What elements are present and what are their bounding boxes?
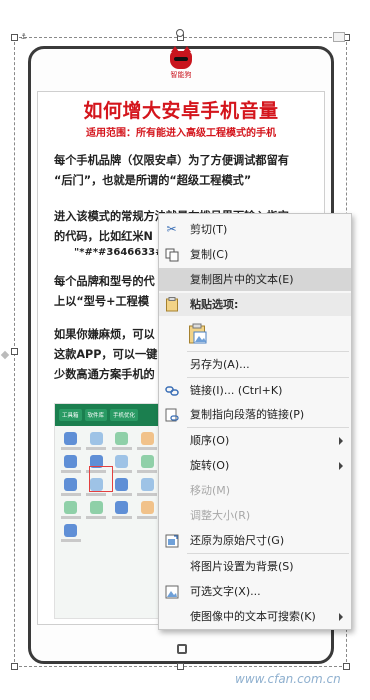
menu-item-rotate[interactable]: 旋转(O) <box>159 454 351 477</box>
resize-handle-bottom[interactable] <box>177 663 184 670</box>
resize-handle-bottom-left[interactable] <box>11 663 18 670</box>
rotate-handle[interactable] <box>176 29 184 37</box>
menu-item-label: 移动(M) <box>190 484 231 497</box>
menu-item-label: 还原为原始尺寸(G) <box>190 534 285 547</box>
menu-item-label: 将图片设置为背景(S) <box>190 560 294 573</box>
submenu-arrow-icon <box>339 613 343 621</box>
menu-item-set-picture-as-background[interactable]: 将图片设置为背景(S) <box>159 555 351 578</box>
menu-item-label: 可选文字(X)... <box>190 585 261 598</box>
menu-item-label: 链接(I)... (Ctrl+K) <box>190 384 283 397</box>
menu-item-label: 剪切(T) <box>190 223 228 236</box>
scissors-icon: ✂ <box>166 222 177 236</box>
menu-item-order[interactable]: 顺序(O) <box>159 429 351 452</box>
menu-item-copy-paragraph-link[interactable]: 复制指向段落的链接(P) <box>159 403 351 426</box>
menu-item-label: 调整大小(R) <box>190 509 251 522</box>
menu-item-move: 移动(M) <box>159 479 351 502</box>
menu-item-label: 复制图片中的文本(E) <box>190 273 294 286</box>
menu-item-resize: 调整大小(R) <box>159 504 351 527</box>
resize-handle-top-left[interactable] <box>11 34 18 41</box>
menu-separator <box>187 351 349 352</box>
paragraph-link-icon <box>163 406 180 423</box>
restore-size-icon <box>163 532 180 549</box>
menu-separator <box>187 427 349 428</box>
submenu-arrow-icon <box>339 462 343 470</box>
menu-section-paste-options: 粘贴选项: <box>159 293 351 316</box>
clipboard-icon <box>163 296 180 313</box>
layout-options-icon[interactable] <box>333 32 345 42</box>
menu-item-label: 旋转(O) <box>190 459 230 472</box>
paste-picture-icon <box>187 323 209 345</box>
copy-icon <box>163 246 180 263</box>
alt-text-icon <box>163 583 180 600</box>
menu-item-restore-original-size[interactable]: 还原为原始尺寸(G) <box>159 529 351 552</box>
watermark: www.cfan.com.cn <box>235 672 341 686</box>
submenu-arrow-icon <box>339 437 343 445</box>
menu-item-label: 粘贴选项: <box>190 298 239 311</box>
menu-item-save-as[interactable]: 另存为(A)... <box>159 353 351 376</box>
link-icon <box>163 382 180 399</box>
paste-options-header <box>159 293 351 316</box>
resize-handle-left[interactable] <box>11 348 18 355</box>
onenote-canvas: 智能狗 如何增大安卓手机音量 适用范围：所有能进入高级工程模式的手机 每个手机品… <box>0 0 370 700</box>
menu-item-link[interactable]: 链接(I)... (Ctrl+K) <box>159 379 351 402</box>
menu-item-label: 复制指向段落的链接(P) <box>190 408 305 421</box>
menu-item-label: 顺序(O) <box>190 434 230 447</box>
menu-item-make-text-searchable[interactable]: 使图像中的文本可搜索(K) <box>159 605 351 628</box>
menu-separator <box>187 553 349 554</box>
anchor-icon[interactable]: ⚓ <box>20 33 28 41</box>
menu-item-alt-text[interactable]: 可选文字(X)... <box>159 580 351 603</box>
menu-item-cut[interactable]: ✂ 剪切(T) <box>159 218 351 241</box>
page-edge-marker <box>0 350 10 360</box>
resize-handle-bottom-right[interactable] <box>343 663 350 670</box>
menu-item-copy-text-from-picture[interactable]: 复制图片中的文本(E) <box>159 268 351 291</box>
menu-separator <box>187 377 349 378</box>
paste-option-picture[interactable] <box>159 319 351 349</box>
menu-item-copy[interactable]: 复制(C) <box>159 243 351 266</box>
menu-item-label: 复制(C) <box>190 248 229 261</box>
menu-item-label: 使图像中的文本可搜索(K) <box>190 610 316 623</box>
context-menu: ✂ 剪切(T) 复制(C) 复制图片中的文本(E) 粘贴选项: 另存为(A)..… <box>158 213 352 630</box>
menu-item-label: 另存为(A)... <box>190 358 250 371</box>
